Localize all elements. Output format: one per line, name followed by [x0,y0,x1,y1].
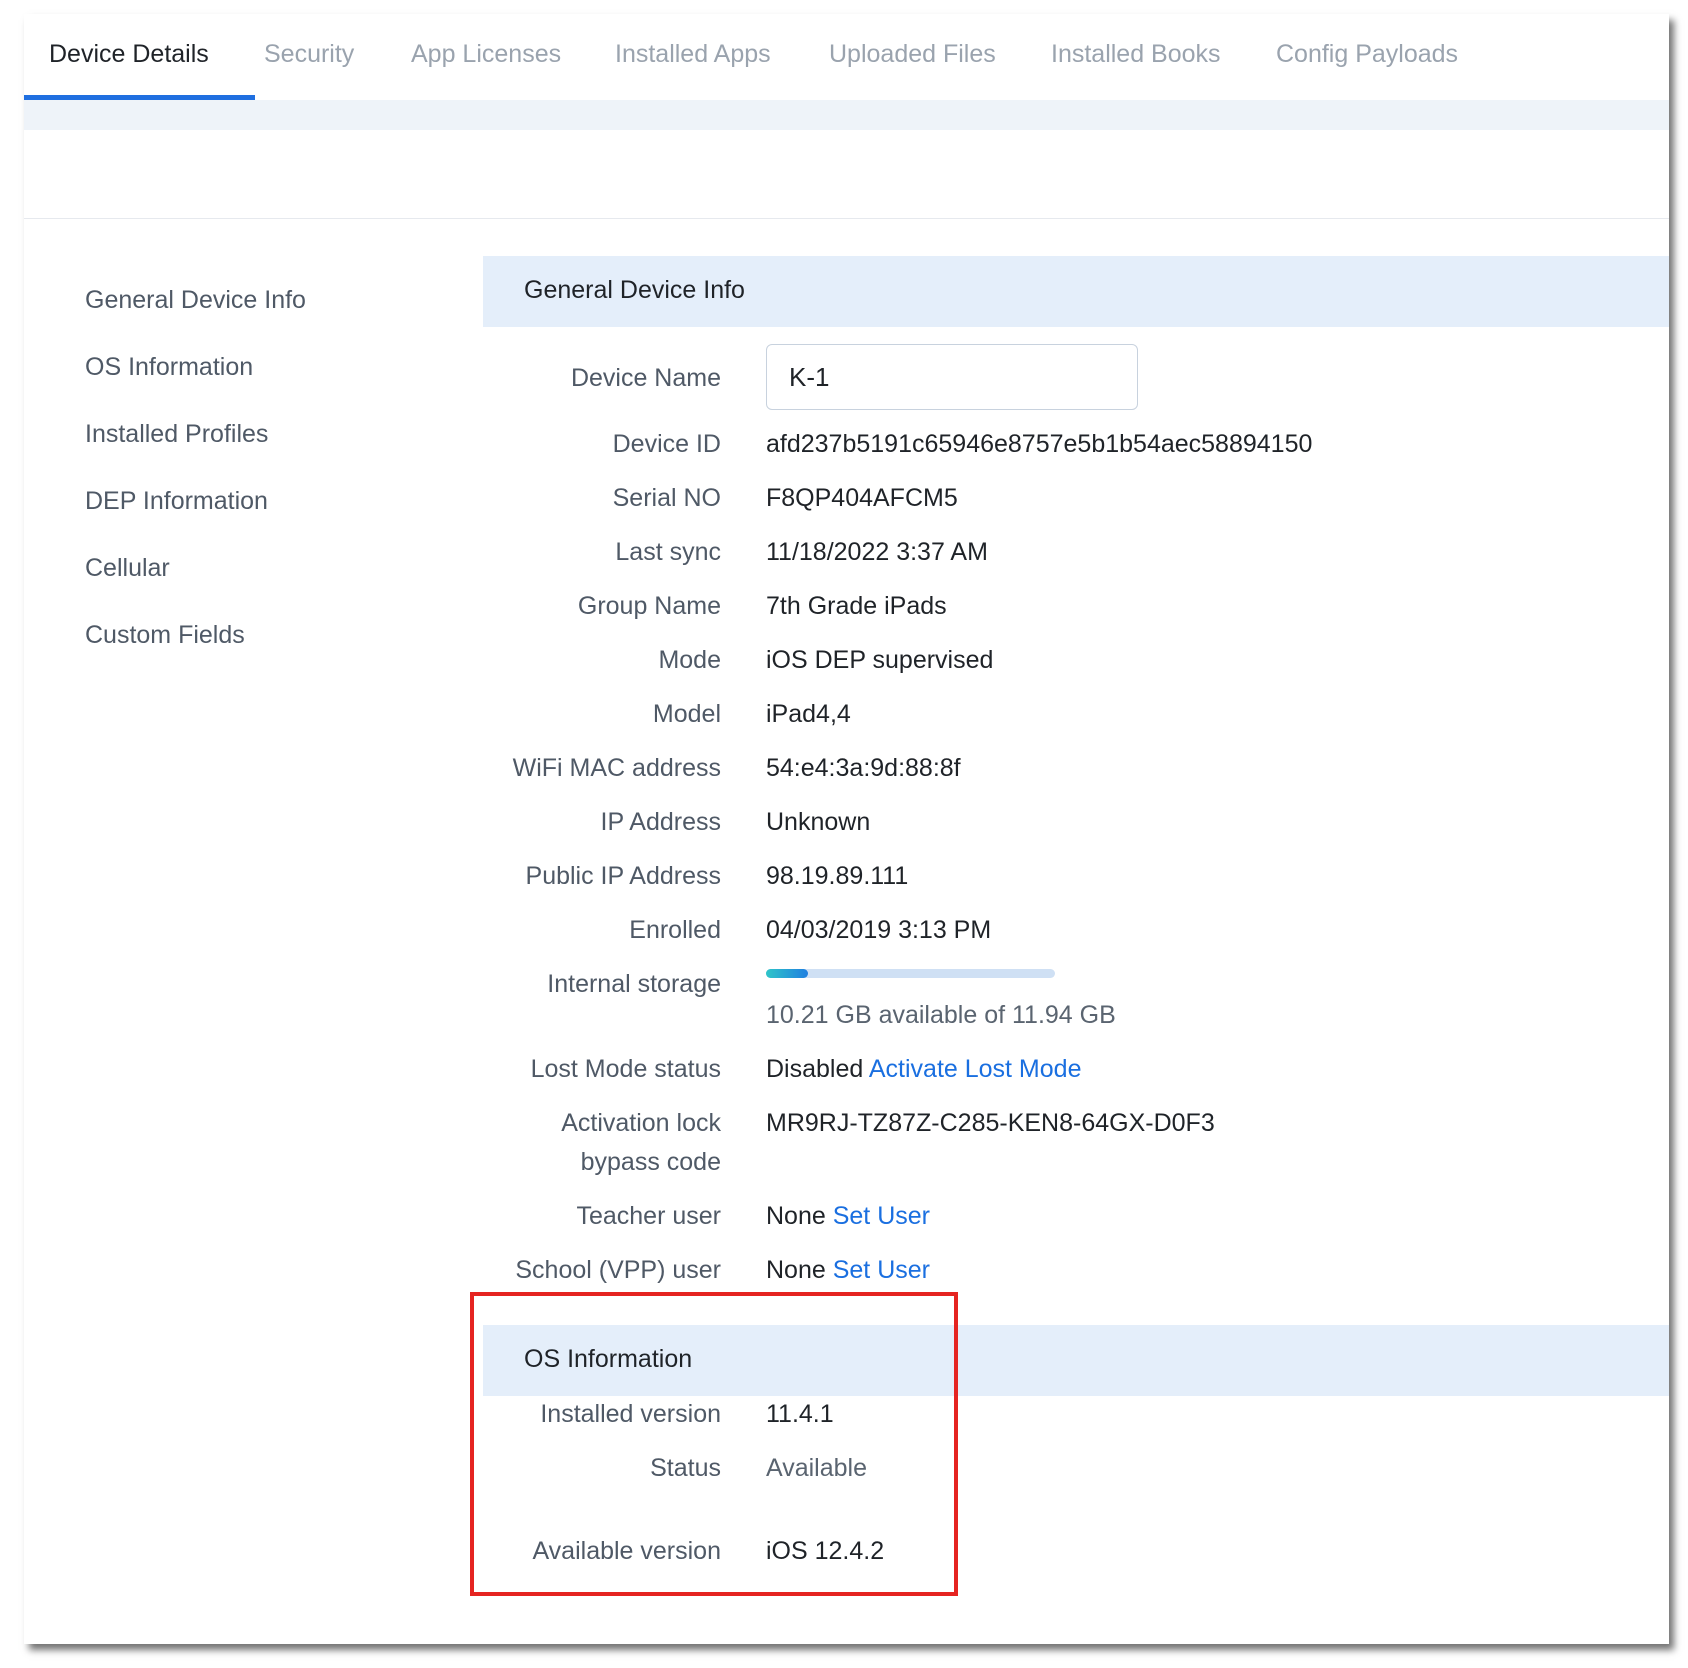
os-status-value: Available [766,1454,868,1482]
public-ip-value: 98.19.89.111 [766,862,909,890]
teacher-user-label: Teacher user [576,1202,721,1230]
tab-config-payloads[interactable]: Config Payloads [1276,40,1458,69]
tab-uploaded-files[interactable]: Uploaded Files [829,40,996,69]
tab-bar: Device Details Security App Licenses Ins… [24,14,1669,100]
school-set-user-link[interactable]: Set User [833,1256,930,1284]
sidebar-item-dep-information[interactable]: DEP Information [85,487,268,516]
lost-mode-row: Disabled Activate Lost Mode [766,1050,1081,1088]
serial-value: F8QP404AFCM5 [766,484,958,512]
school-user-label: School (VPP) user [515,1256,721,1284]
storage-progress-fill [766,969,808,978]
available-version-label: Available version [532,1537,721,1565]
wifi-mac-label: WiFi MAC address [512,754,721,782]
enrolled-value: 04/03/2019 3:13 PM [766,916,992,944]
teacher-set-user-link[interactable]: Set User [833,1202,930,1230]
tab-device-details[interactable]: Device Details [49,40,209,69]
installed-version-label: Installed version [540,1400,721,1428]
public-ip-label: Public IP Address [525,862,721,890]
os-status-label: Status [650,1454,721,1482]
content-spacer [24,130,1669,219]
mode-value: iOS DEP supervised [766,646,994,674]
activate-lost-mode-link[interactable]: Activate Lost Mode [869,1055,1082,1083]
sidebar-item-cellular[interactable]: Cellular [85,554,170,583]
lost-mode-status: Disabled [766,1055,864,1083]
teacher-user-row: None Set User [766,1197,930,1235]
section-title: OS Information [524,1345,693,1373]
header-band [24,100,1669,130]
section-title: General Device Info [524,276,745,304]
teacher-user-value: None [766,1202,826,1230]
mode-label: Mode [658,646,721,674]
os-information-header: OS Information [483,1325,1669,1396]
storage-text: 10.21 GB available of 11.94 GB [766,1001,1116,1029]
sidebar-item-general-device-info[interactable]: General Device Info [85,286,306,315]
group-name-value: 7th Grade iPads [766,592,947,620]
model-label: Model [652,700,721,728]
installed-version-value: 11.4.1 [766,1400,834,1428]
device-id-value: afd237b5191c65946e8757e5b1b54aec58894150 [766,430,1313,458]
group-name-label: Group Name [577,592,721,620]
activation-lock-label-line1: Activation lock [561,1109,721,1137]
storage-progress-bar [766,969,1055,978]
model-value: iPad4,4 [766,700,851,728]
serial-label: Serial NO [612,484,721,512]
activation-lock-label-line2: bypass code [580,1148,721,1176]
device-name-input[interactable] [766,344,1138,410]
ip-address-label: IP Address [600,808,721,836]
wifi-mac-value: 54:e4:3a:9d:88:8f [766,754,961,782]
tab-installed-books[interactable]: Installed Books [1051,40,1221,69]
last-sync-label: Last sync [615,538,721,566]
tab-installed-apps[interactable]: Installed Apps [615,40,771,69]
last-sync-value: 11/18/2022 3:37 AM [766,538,988,566]
device-name-label: Device Name [570,364,721,392]
available-version-value: iOS 12.4.2 [766,1537,885,1565]
general-device-info-header: General Device Info [483,256,1669,327]
device-details-window: Device Details Security App Licenses Ins… [24,14,1669,1644]
sidebar-item-custom-fields[interactable]: Custom Fields [85,621,245,650]
enrolled-label: Enrolled [629,916,721,944]
school-user-value: None [766,1256,826,1284]
activation-lock-code: MR9RJ-TZ87Z-C285-KEN8-64GX-D0F3 [766,1109,1215,1137]
school-user-row: None Set User [766,1251,930,1289]
internal-storage-label: Internal storage [547,970,721,998]
ip-address-value: Unknown [766,808,871,836]
lost-mode-label: Lost Mode status [530,1055,721,1083]
device-id-label: Device ID [612,430,721,458]
tab-security[interactable]: Security [264,40,354,69]
tab-app-licenses[interactable]: App Licenses [411,40,561,69]
sidebar-item-installed-profiles[interactable]: Installed Profiles [85,420,268,449]
sidebar-item-os-information[interactable]: OS Information [85,353,253,382]
